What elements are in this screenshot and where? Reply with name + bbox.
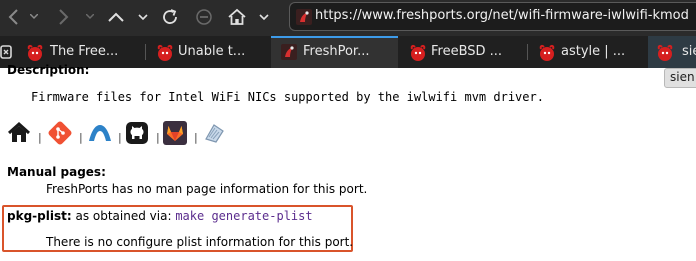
tab-title: Unable t...: [178, 44, 246, 59]
icon-separator: |: [38, 131, 42, 144]
freebsd-tab-icon: [656, 44, 674, 66]
url-text[interactable]: https://www.freshports.org/net/wifi-firm…: [315, 8, 689, 23]
tab-close-icon[interactable]: [0, 44, 12, 64]
url-bar[interactable]: https://www.freshports.org/net/wifi-firm…: [289, 2, 696, 31]
forward-icon[interactable]: [55, 6, 71, 28]
icon-separator: |: [118, 131, 122, 144]
github-icon[interactable]: [125, 121, 149, 145]
icon-separator: |: [79, 131, 83, 144]
freebsd-tab-icon: [538, 44, 556, 66]
freebsd-tab-icon: [409, 44, 427, 66]
codeberg-icon[interactable]: [202, 121, 226, 145]
site-favicon: [296, 9, 312, 29]
tab-title: astyle | ...: [561, 44, 626, 59]
up-icon[interactable]: [105, 6, 127, 28]
manual-pages-heading: Manual pages:: [7, 165, 106, 179]
back-dropdown-icon[interactable]: [30, 6, 38, 28]
git-icon[interactable]: [48, 121, 72, 145]
browser-toolbar: https://www.freshports.org/net/wifi-firm…: [0, 0, 696, 36]
reload-icon[interactable]: [159, 6, 181, 28]
freshports-tab-icon: [281, 44, 297, 64]
tab-title: FreeBSD ...: [431, 44, 503, 59]
icon-separator: |: [194, 131, 198, 144]
freebsd-tab-icon: [156, 44, 174, 66]
icon-separator: |: [156, 131, 160, 144]
tab-title: FreshPor...: [303, 44, 370, 59]
freebsd-cgit-icon[interactable]: [87, 121, 111, 145]
tab-title: sie: [682, 44, 696, 59]
tab-bar: The Free... Unable t... FreshPor... Free…: [0, 36, 696, 68]
home-icon[interactable]: [226, 6, 248, 28]
home-dropdown-icon[interactable]: [258, 6, 270, 28]
description-heading: Description:: [7, 63, 90, 77]
history-dropdown-icon[interactable]: [137, 6, 149, 28]
description-text: Firmware files for Intel WiFi NICs suppo…: [31, 90, 544, 104]
tab-freshports-active[interactable]: FreshPor...: [271, 36, 398, 68]
tab-astyle[interactable]: astyle | ...: [528, 36, 648, 68]
pkg-plist-command: make generate-plist: [175, 209, 313, 223]
forward-dropdown-icon[interactable]: [86, 6, 94, 28]
back-icon[interactable]: [3, 6, 25, 28]
gitlab-icon[interactable]: [163, 121, 187, 145]
pkg-plist-via: as obtained via:: [75, 209, 172, 223]
pkg-plist-label: pkg-plist:: [7, 209, 72, 223]
pkg-plist-heading: pkg-plist: as obtained via: make generat…: [7, 209, 313, 223]
tab-title: The Free...: [50, 44, 119, 59]
manual-pages-text: FreshPorts has no man page information f…: [46, 182, 368, 196]
homepage-icon[interactable]: [7, 121, 31, 145]
page-content: Description: Firmware files for Intel Wi…: [0, 63, 696, 261]
pkg-plist-text: There is no configure plist information …: [46, 235, 354, 249]
tab-freebsd[interactable]: FreeBSD ...: [399, 36, 527, 68]
tab-sie[interactable]: sie: [648, 36, 696, 68]
tab-unable[interactable]: Unable t...: [146, 36, 270, 68]
stop-icon[interactable]: [193, 6, 215, 28]
tab-tooltip: sien: [664, 68, 696, 88]
